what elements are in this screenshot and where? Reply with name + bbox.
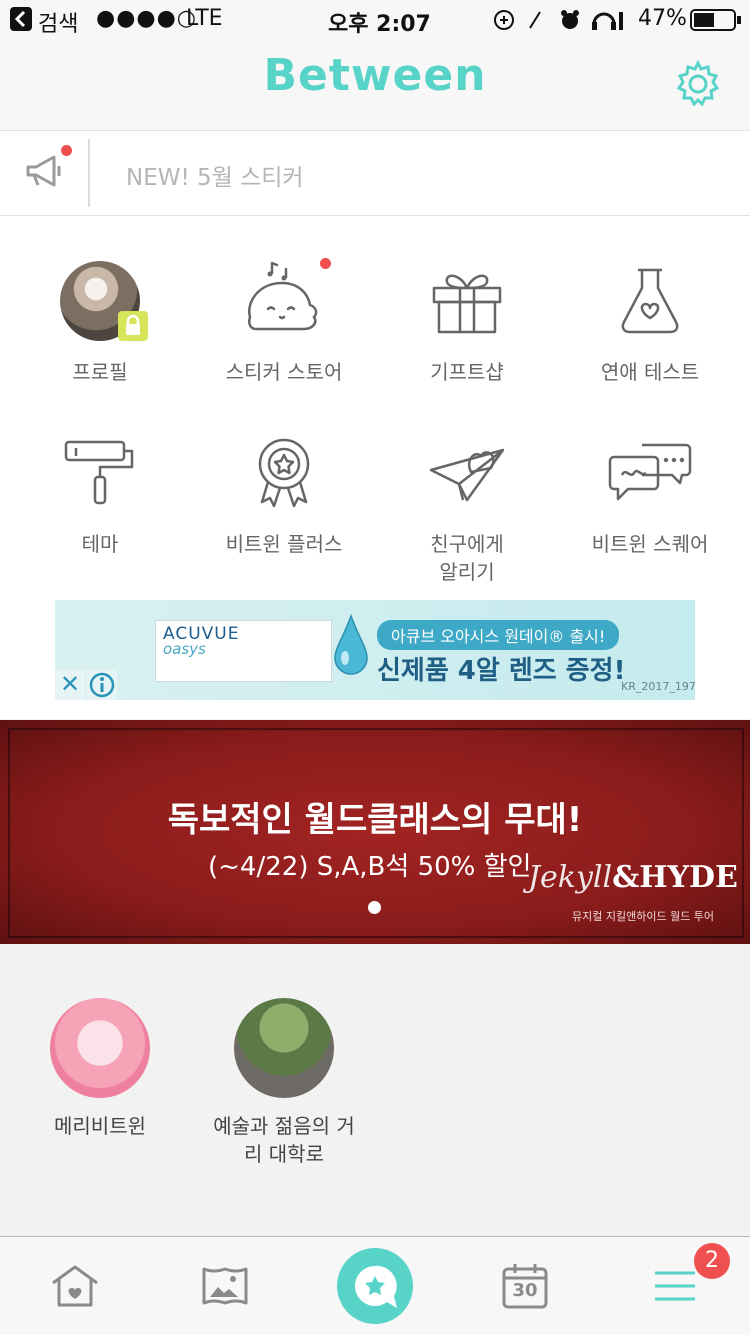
calendar-day: 30	[512, 1280, 538, 1301]
ad-tagline: 아큐브 오아시스 원데이® 출시!	[377, 620, 620, 650]
menu-item-gift-shop[interactable]: 기프트샵	[375, 256, 559, 386]
app-header: Between	[0, 40, 750, 131]
menu-item-label: 비트윈 스퀘어	[591, 532, 709, 556]
menu-item-sticker-store[interactable]: 스티커 스토어	[192, 256, 376, 386]
notice-text[interactable]: NEW! 5월 스티커	[126, 158, 304, 192]
menu-item-love-test[interactable]: 연애 테스트	[558, 256, 742, 386]
banner-title: 독보적인 월드클래스의 무대!	[167, 800, 583, 840]
clock: 오후 2:07	[328, 12, 431, 37]
tab-calendar[interactable]: 30	[450, 1237, 600, 1335]
paint-roller-icon	[8, 428, 192, 518]
ad-code: KR_2017_197	[621, 680, 696, 693]
story-label: 메리비트윈	[54, 1114, 146, 1138]
paper-plane-heart-icon	[375, 428, 559, 518]
story-label: 예술과 젊음의 거 리 대학로	[213, 1114, 355, 1166]
chat-bubbles-icon	[558, 428, 742, 518]
water-drop-icon	[333, 613, 369, 676]
notification-badge: 2	[694, 1243, 730, 1279]
ad-product-name: oasys	[163, 640, 206, 658]
tab-chat[interactable]	[300, 1237, 450, 1335]
banner-page-indicator	[368, 901, 381, 914]
banner-logo-script: Jekyll	[528, 860, 613, 895]
menu-item-label: 연애 테스트	[600, 360, 700, 384]
award-star-icon	[192, 428, 376, 518]
ad-close-icon[interactable]: ✕	[55, 670, 85, 700]
flask-heart-icon	[558, 256, 742, 346]
ad-banner[interactable]: ACUVUE oasys 아큐브 오아시스 원데이® 출시! 신제품 4알 렌즈…	[55, 600, 696, 700]
photo-album-icon	[202, 1267, 248, 1305]
ad-headline: 신제품 4알 렌즈 증정!	[377, 656, 626, 686]
app-title: Between	[263, 50, 487, 101]
status-bar: 검색 ●●●●○ LTE 오후 2:07 47%	[0, 0, 750, 40]
gear-icon[interactable]	[674, 59, 722, 112]
back-app-label[interactable]: 검색	[38, 6, 78, 38]
megaphone-icon	[24, 153, 66, 195]
story-thumbnail	[50, 998, 150, 1098]
menu-item-label: 스티커 스토어	[225, 360, 343, 384]
notice-unread-dot	[61, 145, 72, 156]
banner-logo-subtitle: 뮤지컬 지킬앤하이드 월드 투어	[572, 910, 715, 923]
notice-bar[interactable]: NEW! 5월 스티커	[0, 131, 750, 216]
sticker-icon	[192, 256, 376, 346]
tab-bar: 30 2	[0, 1236, 750, 1335]
battery-percent: 47%	[638, 6, 687, 31]
menu-item-label: 프로필	[72, 360, 128, 384]
story-item[interactable]: 메리비트윈	[8, 998, 192, 1140]
menu-item-profile[interactable]: 프로필	[8, 256, 192, 386]
battery-icon	[690, 9, 742, 37]
story-thumbnail	[234, 998, 334, 1098]
notice-divider	[88, 139, 90, 207]
menu-icon	[655, 1271, 695, 1301]
network-type: LTE	[186, 6, 223, 31]
menu-item-label: 비트윈 플러스	[225, 532, 343, 556]
sticker-new-dot	[320, 258, 331, 269]
menu-item-label: 테마	[81, 532, 119, 556]
tab-home[interactable]	[0, 1237, 150, 1335]
banner-logo-bold: &HYDE	[612, 860, 738, 895]
story-item[interactable]: 예술과 젊음의 거 리 대학로	[192, 998, 376, 1168]
profile-avatar	[60, 261, 148, 341]
calendar-icon: 30	[501, 1262, 549, 1310]
status-icons	[494, 8, 624, 38]
chat-star-icon	[337, 1248, 413, 1324]
menu-item-theme[interactable]: 테마	[8, 428, 192, 558]
tab-album[interactable]	[150, 1237, 300, 1335]
menu-item-between-square[interactable]: 비트윈 스퀘어	[558, 428, 742, 558]
menu-item-label: 친구에게 알리기	[430, 532, 504, 584]
back-arrow-icon[interactable]	[10, 7, 32, 37]
gift-icon	[375, 256, 559, 346]
promo-banner[interactable]: 독보적인 월드클래스의 무대! (~4/22) S,A,B석 50% 할인 Je…	[0, 720, 750, 944]
menu-grid: 프로필 스티커 스토어 기프트샵 연애 테스트 테마 비트윈 플러스 친구에게 …	[0, 216, 750, 719]
ad-info-icon[interactable]	[87, 670, 117, 700]
lock-icon	[118, 311, 148, 341]
menu-item-between-plus[interactable]: 비트윈 플러스	[192, 428, 376, 558]
home-heart-icon	[52, 1265, 98, 1307]
banner-subtitle: (~4/22) S,A,B석 50% 할인	[208, 852, 532, 882]
menu-item-invite-friend[interactable]: 친구에게 알리기	[375, 428, 559, 586]
signal-strength: ●●●●○	[96, 6, 197, 31]
menu-item-label: 기프트샵	[430, 360, 504, 384]
banner-logo: Jekyll&HYDE	[528, 860, 738, 895]
